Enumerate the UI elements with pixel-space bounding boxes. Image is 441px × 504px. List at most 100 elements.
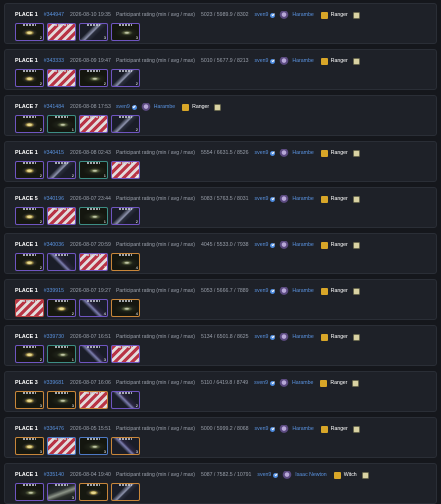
item-slot-scope-icon[interactable]: 1 — [79, 207, 108, 225]
item-slot-blade2-icon[interactable]: 2 — [111, 391, 140, 409]
verified-icon — [131, 104, 137, 110]
match-id-link[interactable]: #336476 — [44, 426, 64, 432]
item-slot-flag-icon[interactable] — [47, 69, 76, 87]
team-link[interactable]: Isaac Newton — [295, 472, 326, 478]
match-id-link[interactable]: #343333 — [44, 58, 64, 64]
item-slot-scope-icon[interactable] — [15, 483, 44, 501]
match-id-link[interactable]: #340036 — [44, 242, 64, 248]
match-card[interactable]: PLACE 7 #341484 2026-08-08 17:53 sven9 Haram… — [4, 95, 437, 136]
item-slot-flag-icon[interactable] — [47, 437, 76, 455]
item-slot-scope-icon[interactable]: 4 — [111, 253, 140, 271]
item-count: 1 — [71, 357, 74, 362]
item-count: 2 — [39, 127, 42, 132]
item-slot-blade-icon[interactable]: 2 — [47, 161, 76, 179]
item-slot-scope-icon[interactable]: 4 — [111, 299, 140, 317]
team-link[interactable]: Harambe — [292, 196, 313, 202]
item-slot-blade-icon[interactable]: 3 — [79, 23, 108, 41]
item-slot-blade2-icon[interactable] — [47, 253, 76, 271]
item-slot-flag-icon[interactable] — [79, 391, 108, 409]
item-slot-flag-icon[interactable] — [47, 23, 76, 41]
item-slot-blade-icon[interactable]: 2 — [111, 207, 140, 225]
team-link[interactable]: Harambe — [154, 104, 175, 110]
match-card[interactable]: PLACE 5 #340196 2026-08-07 23:44 Participan… — [4, 187, 437, 228]
match-id-link[interactable]: #340196 — [44, 196, 64, 202]
item-slot-eye-icon[interactable]: 2 — [15, 253, 44, 271]
match-id-link[interactable]: #339730 — [44, 334, 64, 340]
item-slot-scope-icon[interactable]: 2 — [79, 69, 108, 87]
item-slot-eye-icon[interactable]: 2 — [15, 161, 44, 179]
user-link[interactable]: sven9 — [255, 150, 269, 156]
user-link[interactable]: sven9 — [255, 334, 269, 340]
user-link[interactable]: sven9 — [255, 288, 269, 294]
item-slot-eye-icon[interactable]: 2 — [15, 23, 44, 41]
item-slot-scope-icon[interactable]: 1 — [79, 161, 108, 179]
match-card[interactable]: PLACE 1 #339915 2026-08-07 19:27 Participan… — [4, 279, 437, 320]
item-slot-eye-icon[interactable]: 3 — [15, 437, 44, 455]
item-slot-eye-icon[interactable]: 2 — [15, 115, 44, 133]
team-link[interactable]: Harambe — [292, 12, 313, 18]
team-link[interactable]: Harambe — [292, 380, 313, 386]
item-slot-scope-icon[interactable]: 3 — [79, 437, 108, 455]
item-slot-flag-icon[interactable] — [79, 115, 108, 133]
item-slot-horn-icon[interactable]: 3 — [47, 483, 76, 501]
match-id-link[interactable]: #339681 — [44, 380, 64, 386]
match-id-link[interactable]: #335140 — [44, 472, 64, 478]
match-id-link[interactable]: #344947 — [44, 12, 64, 18]
team-link[interactable]: Harambe — [292, 288, 313, 294]
item-count: 3 — [103, 265, 106, 270]
match-card[interactable]: PLACE 1 #336476 2026-08-05 15:51 Participan… — [4, 417, 437, 458]
user-link[interactable]: sven9 — [255, 58, 269, 64]
team-link[interactable]: Harambe — [292, 58, 313, 64]
team-link[interactable]: Harambe — [292, 334, 313, 340]
match-card[interactable]: PLACE 1 #335140 2026-08-04 19:40 Participan… — [4, 463, 437, 504]
rating-label: Participant rating (min / avg / max) — [115, 196, 195, 202]
match-id-link[interactable]: #341484 — [44, 104, 64, 110]
match-id-link[interactable]: #339915 — [44, 288, 64, 294]
match-header: PLACE 7 #341484 2026-08-08 17:53 sven9 Haram… — [15, 101, 222, 113]
item-slot-eye-icon[interactable]: 2 — [47, 299, 76, 317]
team-avatar-icon — [279, 332, 290, 342]
user-link[interactable]: sven9 — [116, 104, 130, 110]
item-slot-blade2-icon[interactable]: 3 — [111, 437, 140, 455]
item-slots: 2 4 4 — [15, 299, 143, 317]
match-card[interactable]: PLACE 3 #339681 2026-08-07 16:06 Participan… — [4, 371, 437, 412]
item-slot-flag-icon[interactable] — [47, 207, 76, 225]
user-link[interactable]: sven9 — [255, 426, 269, 432]
item-slot-blade2-icon[interactable]: 3 — [79, 345, 108, 363]
item-slot-eye-icon[interactable]: 2 — [15, 207, 44, 225]
user-link[interactable]: sven9 — [255, 12, 269, 18]
item-slot-eye-icon[interactable]: 2 — [15, 69, 44, 87]
user-link[interactable]: sven9 — [254, 380, 268, 386]
item-slot-scope-icon[interactable]: 3 — [47, 391, 76, 409]
item-count: 3 — [103, 449, 106, 454]
role-icon — [320, 287, 328, 295]
item-slot-scope-icon[interactable]: 3 — [111, 23, 140, 41]
item-slot-scope-icon[interactable]: 1 — [47, 345, 76, 363]
item-slot-blade2-icon[interactable]: 4 — [79, 299, 108, 317]
item-slot-flag-icon[interactable] — [111, 345, 140, 363]
user-link[interactable]: sven9 — [255, 242, 269, 248]
item-slot-flag-icon[interactable] — [15, 299, 44, 317]
item-slot-flag-icon[interactable]: 3 — [79, 253, 108, 271]
team-link[interactable]: Harambe — [292, 242, 313, 248]
match-card[interactable]: PLACE 1 #340036 2026-08-07 20:59 Participan… — [4, 233, 437, 274]
team-link[interactable]: Harambe — [292, 150, 313, 156]
item-slot-eye-icon[interactable]: 2 — [15, 345, 44, 363]
placement-label: PLACE 1 — [15, 426, 38, 432]
match-card[interactable]: PLACE 1 #339730 2026-08-07 16:51 Participan… — [4, 325, 437, 366]
item-slot-blade-icon[interactable]: 2 — [111, 69, 140, 87]
match-card[interactable]: PLACE 1 #340415 2026-08-08 02:43 Participan… — [4, 141, 437, 182]
item-slot-scope-icon[interactable]: 1 — [47, 115, 76, 133]
item-slot-blade-icon[interactable] — [111, 483, 140, 501]
user-link[interactable]: sven9 — [255, 196, 269, 202]
item-slots: 2 1 3 — [15, 345, 143, 363]
match-id-link[interactable]: #340415 — [44, 150, 64, 156]
item-slot-eye-icon[interactable]: 3 — [15, 391, 44, 409]
match-card[interactable]: PLACE 1 #343333 2026-08-09 19:47 Participan… — [4, 49, 437, 90]
item-slot-blade-icon[interactable]: 2 — [111, 115, 140, 133]
user-link[interactable]: sven9 — [257, 472, 271, 478]
match-card[interactable]: PLACE 1 #344947 2026-08-10 19:35 Participan… — [4, 3, 437, 44]
team-link[interactable]: Harambe — [292, 426, 313, 432]
item-slot-eye-icon[interactable] — [79, 483, 108, 501]
item-slot-flag-icon[interactable]: 3 — [111, 161, 140, 179]
